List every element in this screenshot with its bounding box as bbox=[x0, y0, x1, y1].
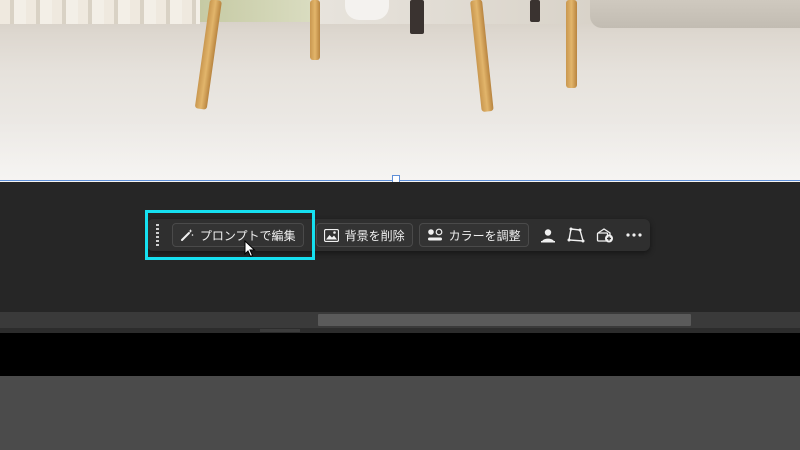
photo-curtain bbox=[0, 0, 200, 24]
edit-with-prompt-button[interactable]: プロンプトで編集 bbox=[171, 223, 304, 247]
bottom-panel bbox=[0, 376, 800, 450]
image-icon bbox=[323, 228, 339, 242]
black-band bbox=[0, 333, 800, 376]
color-adjust-icon bbox=[427, 228, 442, 241]
more-icon bbox=[626, 233, 642, 237]
remove-background-label: 背景を削除 bbox=[344, 228, 405, 243]
photo-canvas[interactable] bbox=[0, 0, 800, 182]
photo-chair-leg-dark bbox=[530, 0, 540, 22]
photo-wooden-leg bbox=[310, 0, 320, 60]
perspective-button[interactable] bbox=[563, 223, 589, 247]
person-icon bbox=[540, 229, 555, 243]
photo-pot bbox=[345, 0, 389, 20]
photo-wooden-leg bbox=[566, 0, 577, 88]
perspective-crop-icon bbox=[567, 227, 585, 243]
edit-with-prompt-label: プロンプトで編集 bbox=[199, 228, 296, 243]
selection-border bbox=[0, 180, 800, 181]
photo-chair-leg-dark bbox=[410, 0, 424, 34]
screen: プロンプトで編集 背景を削除 カラーを調整 bbox=[0, 0, 800, 450]
remove-background-button[interactable]: 背景を削除 bbox=[315, 223, 413, 247]
photo-sofa bbox=[590, 0, 800, 28]
magic-wand-icon bbox=[180, 229, 194, 241]
person-button[interactable] bbox=[535, 223, 561, 247]
image-add-icon bbox=[597, 228, 614, 243]
scrollbar-thumb[interactable] bbox=[318, 314, 691, 326]
drag-handle-icon[interactable] bbox=[152, 224, 164, 246]
more-options-button[interactable] bbox=[621, 223, 647, 247]
photo-floor bbox=[0, 120, 800, 182]
add-image-button[interactable] bbox=[592, 223, 618, 247]
image-context-toolbar: プロンプトで編集 背景を削除 カラーを調整 bbox=[147, 219, 650, 251]
adjust-color-label: カラーを調整 bbox=[448, 228, 521, 243]
adjust-color-button[interactable]: カラーを調整 bbox=[418, 223, 529, 247]
